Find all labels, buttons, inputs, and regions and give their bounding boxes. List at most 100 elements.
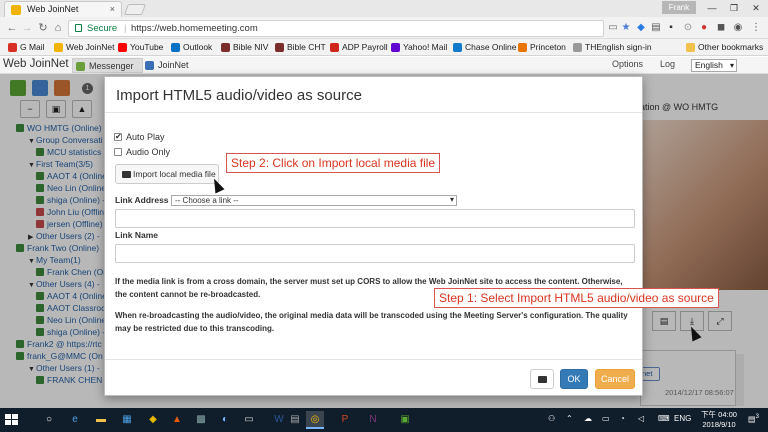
windows-start-icon[interactable] bbox=[5, 414, 18, 426]
tab-joinnet[interactable]: JoinNet bbox=[142, 58, 189, 73]
extension-icon-4[interactable]: ⊙ bbox=[682, 22, 694, 34]
bookmark-chase-online[interactable]: Chase Online bbox=[453, 41, 517, 54]
action-center-icon[interactable]: ▤3 bbox=[748, 414, 759, 424]
people-icon[interactable]: ⚇ bbox=[548, 414, 555, 423]
auto-play-option[interactable]: Auto Play bbox=[114, 131, 165, 143]
bookmark-bible-cht[interactable]: Bible CHT bbox=[275, 41, 326, 54]
back-icon[interactable]: ← bbox=[5, 21, 19, 35]
battery-icon[interactable]: ▭ bbox=[602, 414, 610, 423]
bookmark-star-icon[interactable]: ★ bbox=[620, 22, 632, 34]
reload-icon[interactable]: ↻ bbox=[36, 21, 50, 35]
input-language[interactable]: ENG bbox=[674, 414, 691, 423]
menu-kebab-icon[interactable]: ⋮ bbox=[750, 22, 762, 34]
minimize-icon[interactable]: — bbox=[700, 0, 724, 17]
ok-button[interactable]: OK bbox=[560, 369, 588, 389]
audio-only-checkbox[interactable] bbox=[114, 148, 122, 156]
outlook-icon bbox=[171, 43, 180, 52]
cancel-button[interactable]: Cancel bbox=[595, 369, 635, 389]
close-window-icon[interactable]: ✕ bbox=[744, 0, 768, 17]
yahoo-icon bbox=[391, 43, 400, 52]
bookmark-bible-niv[interactable]: Bible NIV bbox=[221, 41, 268, 54]
browse-folder-button[interactable] bbox=[530, 369, 554, 389]
bookmark-adp-payroll[interactable]: ADP Payroll bbox=[330, 41, 388, 54]
joinnet-taskbar-icon[interactable]: ▣ bbox=[396, 411, 414, 429]
princeton-icon bbox=[518, 43, 527, 52]
link-address-input[interactable] bbox=[115, 209, 635, 228]
chrome-icon[interactable]: ◎ bbox=[306, 411, 324, 429]
keyboard-icon[interactable]: ⌨ bbox=[658, 414, 670, 423]
import-local-media-button[interactable]: Import local media file bbox=[115, 164, 219, 184]
onenote-icon[interactable]: N bbox=[364, 411, 382, 429]
forward-icon[interactable]: → bbox=[20, 21, 34, 35]
browser-tab-title: Web JoinNet bbox=[27, 4, 79, 14]
browser-tab[interactable]: Web JoinNet × bbox=[4, 1, 122, 17]
url-separator: | bbox=[124, 23, 127, 34]
url-input[interactable]: Secure | https://web.homemeeting.com bbox=[68, 20, 604, 37]
link-name-input[interactable] bbox=[115, 244, 635, 263]
home-icon[interactable]: ⌂ bbox=[51, 21, 65, 35]
bookmark-outlook[interactable]: Outlook bbox=[171, 41, 212, 54]
store-icon[interactable]: ▦ bbox=[118, 411, 136, 429]
bookmark-youtube[interactable]: YouTube bbox=[118, 41, 163, 54]
app-icon[interactable]: ◆ bbox=[144, 411, 162, 429]
bookmark-princeton[interactable]: Princeton bbox=[518, 41, 566, 54]
file-explorer-icon[interactable]: ▬ bbox=[92, 411, 110, 429]
profile-name[interactable]: Frank bbox=[662, 1, 696, 14]
onedrive-icon[interactable]: ☁ bbox=[584, 414, 592, 423]
search-icon[interactable]: ○ bbox=[40, 411, 58, 429]
edge-icon[interactable]: e bbox=[66, 411, 84, 429]
tray-overflow-icon[interactable]: ⌃ bbox=[566, 414, 573, 423]
network-icon[interactable]: ◔ bbox=[620, 414, 625, 423]
bookmark-thenglish[interactable]: THEnglish sign-in bbox=[573, 41, 652, 54]
log-menu[interactable]: Log bbox=[660, 59, 675, 69]
address-bar: ← → ↻ ⌂ Secure | https://web.homemeeting… bbox=[0, 17, 768, 39]
app-bar: Web JoinNet Messenger JoinNet Options Lo… bbox=[0, 57, 768, 74]
extension-icon-1[interactable]: ◆ bbox=[635, 22, 647, 34]
extension-icon-6[interactable]: ◼ bbox=[715, 22, 727, 34]
auto-play-checkbox[interactable] bbox=[114, 131, 122, 143]
folder-open-icon bbox=[122, 171, 131, 178]
extension-icon-5[interactable]: ● bbox=[698, 22, 710, 34]
folder-icon bbox=[686, 43, 695, 52]
step2-callout: Step 2: Click on Import local media file bbox=[226, 153, 441, 173]
secure-label: Secure bbox=[87, 23, 118, 34]
link-address-select[interactable]: -- Choose a link -- bbox=[171, 195, 457, 206]
app-icon-4[interactable]: ◐ bbox=[216, 411, 234, 429]
windows-taskbar: ○ e ▬ ▦ ◆ ▲ ▩ ◐ ▭ W ▤ ◎ P N ▣ ⚇ ⌃ ☁ ▭ ◔ … bbox=[0, 408, 768, 432]
bookmark-webjoinnet[interactable]: Web JoinNet bbox=[54, 41, 115, 54]
volume-icon[interactable]: ◁ bbox=[638, 414, 644, 423]
tab-messenger[interactable]: Messenger bbox=[72, 58, 143, 73]
transcode-note: When re-broadcasting the audio/video, th… bbox=[115, 311, 628, 333]
new-tab-button[interactable] bbox=[123, 4, 147, 15]
app-icon-2[interactable]: ▲ bbox=[168, 411, 186, 429]
maximize-icon[interactable]: ❐ bbox=[722, 0, 746, 17]
extension-icon-2[interactable]: ▤ bbox=[650, 22, 662, 34]
language-select[interactable]: English bbox=[691, 59, 737, 72]
extension-icon-3[interactable]: ▪ bbox=[665, 22, 677, 34]
youtube-icon bbox=[118, 43, 127, 52]
powerpoint-icon[interactable]: P bbox=[336, 411, 354, 429]
app-icon-5[interactable]: ▭ bbox=[240, 411, 258, 429]
bookmark-yahoo-mail[interactable]: Yahoo! Mail bbox=[391, 41, 447, 54]
chase-icon bbox=[453, 43, 462, 52]
cast-icon[interactable]: ▭ bbox=[607, 22, 619, 34]
bookmark-other[interactable]: Other bookmarks bbox=[686, 41, 763, 54]
url-text: https://web.homemeeting.com bbox=[131, 23, 258, 34]
system-clock[interactable]: 下午 04:00 2018/9/10 bbox=[694, 410, 744, 430]
dialog-footer: OK Cancel bbox=[105, 359, 642, 395]
clock-time: 下午 04:00 bbox=[701, 410, 737, 419]
options-menu[interactable]: Options bbox=[612, 59, 643, 69]
audio-only-label: Audio Only bbox=[126, 147, 171, 157]
bible-icon bbox=[221, 43, 230, 52]
app-icon-6[interactable]: ▤ bbox=[286, 411, 304, 429]
auto-play-label: Auto Play bbox=[126, 132, 165, 142]
bible-icon bbox=[275, 43, 284, 52]
extension-icon-7[interactable]: ◉ bbox=[732, 22, 744, 34]
bookmark-gmail[interactable]: G Mail bbox=[8, 41, 45, 54]
app-icon-3[interactable]: ▩ bbox=[192, 411, 210, 429]
joinnet-icon bbox=[145, 61, 154, 70]
page-icon bbox=[573, 43, 582, 52]
audio-only-option[interactable]: Audio Only bbox=[114, 146, 170, 158]
dialog-title: Import HTML5 audio/video as source bbox=[116, 87, 362, 104]
tab-close-icon[interactable]: × bbox=[110, 2, 115, 17]
